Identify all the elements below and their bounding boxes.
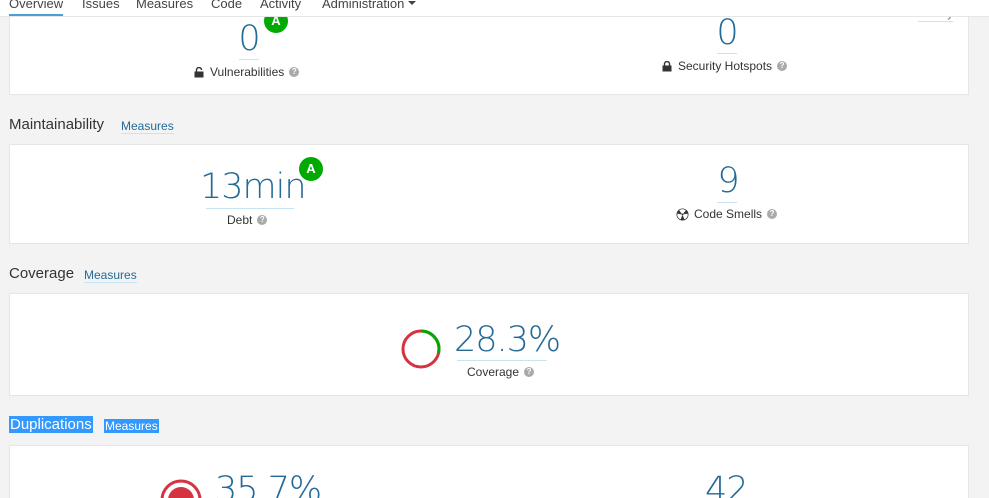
debt-label-text: Debt <box>227 213 253 227</box>
duplications-donut-core <box>168 487 194 498</box>
maintainability-measures-link[interactable]: Measures <box>121 119 174 134</box>
chevron-down-icon <box>408 0 417 5</box>
coverage-label-text: Coverage <box>467 365 520 379</box>
help-icon[interactable]: ? <box>767 209 778 219</box>
duplications-card: 35.7% 42 <box>9 445 969 498</box>
vulnerabilities-label-text: Vulnerabilities <box>210 65 285 79</box>
tab-administration[interactable]: Administration <box>322 0 417 12</box>
help-icon[interactable]: ? <box>289 67 300 77</box>
tab-activity[interactable]: Activity <box>260 0 301 12</box>
radiation-icon <box>676 208 689 220</box>
coverage-label: Coverage ? <box>467 365 535 379</box>
maintainability-card: 13min A Debt ? 9 Code Smells ? <box>9 144 969 244</box>
debt-value[interactable]: 13min <box>200 167 307 207</box>
code-smells-label: Code Smells ? <box>676 207 778 221</box>
maintainability-title: Maintainability <box>9 116 105 133</box>
coverage-card: 28.3% Coverage ? <box>9 293 969 396</box>
maintainability-rating-badge[interactable]: A <box>299 157 323 181</box>
code-smells-label-text: Code Smells <box>694 207 763 221</box>
duplications-title: Duplications <box>9 416 93 433</box>
tab-code[interactable]: Code <box>211 0 242 12</box>
help-icon[interactable]: ? <box>524 367 535 377</box>
duplications-donut-chart[interactable] <box>160 479 202 498</box>
help-icon[interactable]: ? <box>257 215 268 225</box>
tab-measures[interactable]: Measures <box>136 0 193 12</box>
tab-administration-label: Administration <box>322 0 405 11</box>
debt-underline <box>206 208 294 209</box>
vulnerabilities-label: Vulnerabilities ? <box>194 65 300 79</box>
debt-label: Debt ? <box>227 213 268 227</box>
coverage-donut-covered <box>420 329 441 354</box>
code-smells-underline <box>717 202 737 203</box>
code-smells-value[interactable]: 9 <box>708 161 748 201</box>
hotspots-label-text: Security Hotspots <box>678 59 773 73</box>
help-icon[interactable]: ? <box>777 61 788 71</box>
project-nav: Overview Issues Measures Code Activity A… <box>0 0 989 17</box>
vulnerabilities-underline <box>239 59 259 60</box>
hotspots-underline <box>717 53 737 54</box>
duplications-value[interactable]: 35.7% <box>215 470 322 498</box>
coverage-donut-chart[interactable] <box>399 327 443 371</box>
duplications-measures-link[interactable]: Measures <box>104 419 159 433</box>
tab-issues[interactable]: Issues <box>82 0 120 12</box>
hotspots-label: Security Hotspots ? <box>662 59 788 73</box>
tab-overview[interactable]: Overview <box>9 0 64 16</box>
coverage-measures-link[interactable]: Measures <box>84 268 137 283</box>
duplicated-blocks-value[interactable]: 42 <box>705 470 749 498</box>
hotspots-value[interactable]: 0 <box>707 13 747 53</box>
lock-icon <box>662 60 672 71</box>
coverage-value[interactable]: 28.3% <box>454 320 561 360</box>
coverage-title: Coverage <box>9 265 75 282</box>
coverage-underline <box>457 360 547 361</box>
vulnerabilities-value[interactable]: 0 <box>229 19 269 59</box>
unlock-icon <box>194 66 204 77</box>
